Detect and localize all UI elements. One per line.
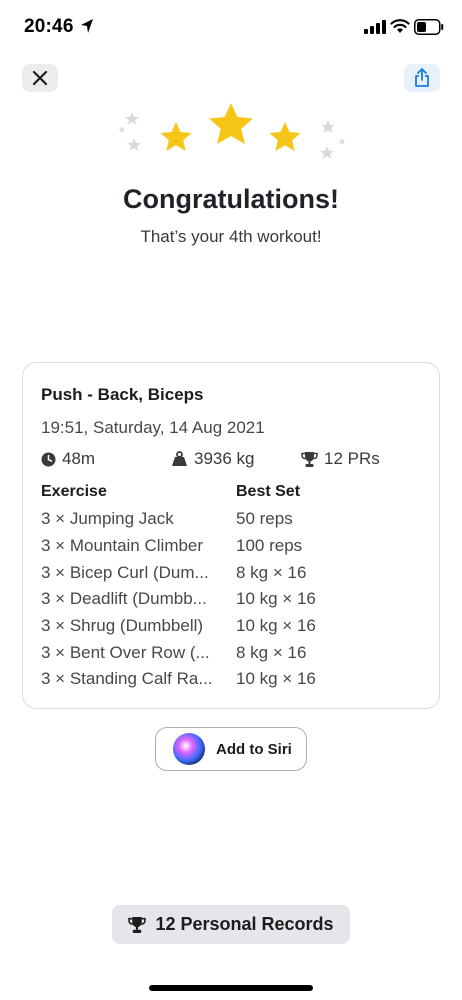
home-indicator[interactable] [149, 985, 313, 991]
duration-stat: 48m [41, 449, 95, 469]
star-right [269, 122, 301, 151]
close-icon [32, 70, 48, 86]
workout-date: 19:51, Saturday, 14 Aug 2021 [41, 418, 265, 437]
prs-value: 12 PRs [324, 449, 380, 468]
best-set: 8 kg × 16 [236, 642, 307, 662]
exercise-name: 3 × Jumping Jack [41, 509, 174, 529]
best-set: 50 reps [236, 509, 293, 529]
best-set-column-header: Best Set [236, 483, 301, 500]
best-set: 8 kg × 16 [236, 562, 307, 582]
trophy-icon [301, 451, 318, 467]
trophy-icon [128, 916, 147, 933]
exercise-name: 3 × Shrug (Dumbbell) [41, 616, 204, 636]
close-button[interactable] [22, 64, 58, 92]
exercise-name: 3 × Deadlift (Dumbb... [41, 589, 207, 609]
best-set: 10 kg × 16 [236, 669, 316, 689]
personal-records-button[interactable]: 12 Personal Records [112, 905, 350, 944]
add-to-siri-button[interactable]: Add to Siri [155, 727, 307, 771]
table-row: 3 × Standing Calf Ra... 10 kg × 16 [41, 666, 431, 693]
status-bar: 20:46 [0, 0, 462, 52]
table-row: 3 × Bent Over Row (... 8 kg × 16 [41, 639, 431, 666]
table-row: 3 × Jumping Jack 50 reps [41, 506, 431, 533]
workout-count-subtitle: That’s your 4th workout! [140, 227, 322, 246]
clock-icon [41, 452, 56, 466]
workout-name: Push - Back, Biceps [41, 385, 204, 404]
share-button[interactable] [404, 64, 440, 92]
battery-icon [414, 19, 444, 35]
exercise-column-header: Exercise [41, 483, 107, 500]
star-left [160, 122, 192, 151]
add-to-siri-label: Add to Siri [216, 740, 292, 758]
table-row: 3 × Deadlift (Dumbb... 10 kg × 16 [41, 586, 431, 613]
celebration-stars [118, 103, 346, 159]
table-row: 3 × Mountain Climber 100 reps [41, 533, 431, 560]
table-row: 3 × Bicep Curl (Dum... 8 kg × 16 [41, 559, 431, 586]
prs-stat: 12 PRs [301, 449, 380, 469]
exercise-list: 3 × Jumping Jack 50 reps 3 × Mountain Cl… [41, 506, 431, 693]
share-icon [415, 68, 429, 87]
weight-icon [172, 451, 187, 466]
congratulations-title: Congratulations! [123, 184, 339, 214]
siri-icon [173, 733, 205, 765]
exercise-name: 3 × Bicep Curl (Dum... [41, 562, 209, 582]
volume-stat: 3936 kg [171, 449, 255, 469]
workout-summary-card[interactable]: Push - Back, Biceps 19:51, Saturday, 14 … [22, 362, 440, 709]
wifi-icon [390, 19, 410, 33]
best-set: 10 kg × 16 [236, 616, 316, 636]
exercise-name: 3 × Standing Calf Ra... [41, 669, 213, 689]
star-center [209, 103, 253, 144]
best-set: 10 kg × 16 [236, 589, 316, 609]
cellular-signal-icon [364, 20, 386, 34]
best-set: 100 reps [236, 536, 303, 556]
exercise-name: 3 × Mountain Climber [41, 536, 204, 556]
personal-records-label: 12 Personal Records [155, 914, 334, 934]
table-row: 3 × Shrug (Dumbbell) 10 kg × 16 [41, 613, 431, 640]
location-arrow-icon [81, 19, 93, 33]
volume-value: 3936 kg [194, 449, 255, 468]
exercise-name: 3 × Bent Over Row (... [41, 642, 210, 662]
status-time: 20:46 [24, 16, 74, 37]
duration-value: 48m [62, 449, 96, 468]
